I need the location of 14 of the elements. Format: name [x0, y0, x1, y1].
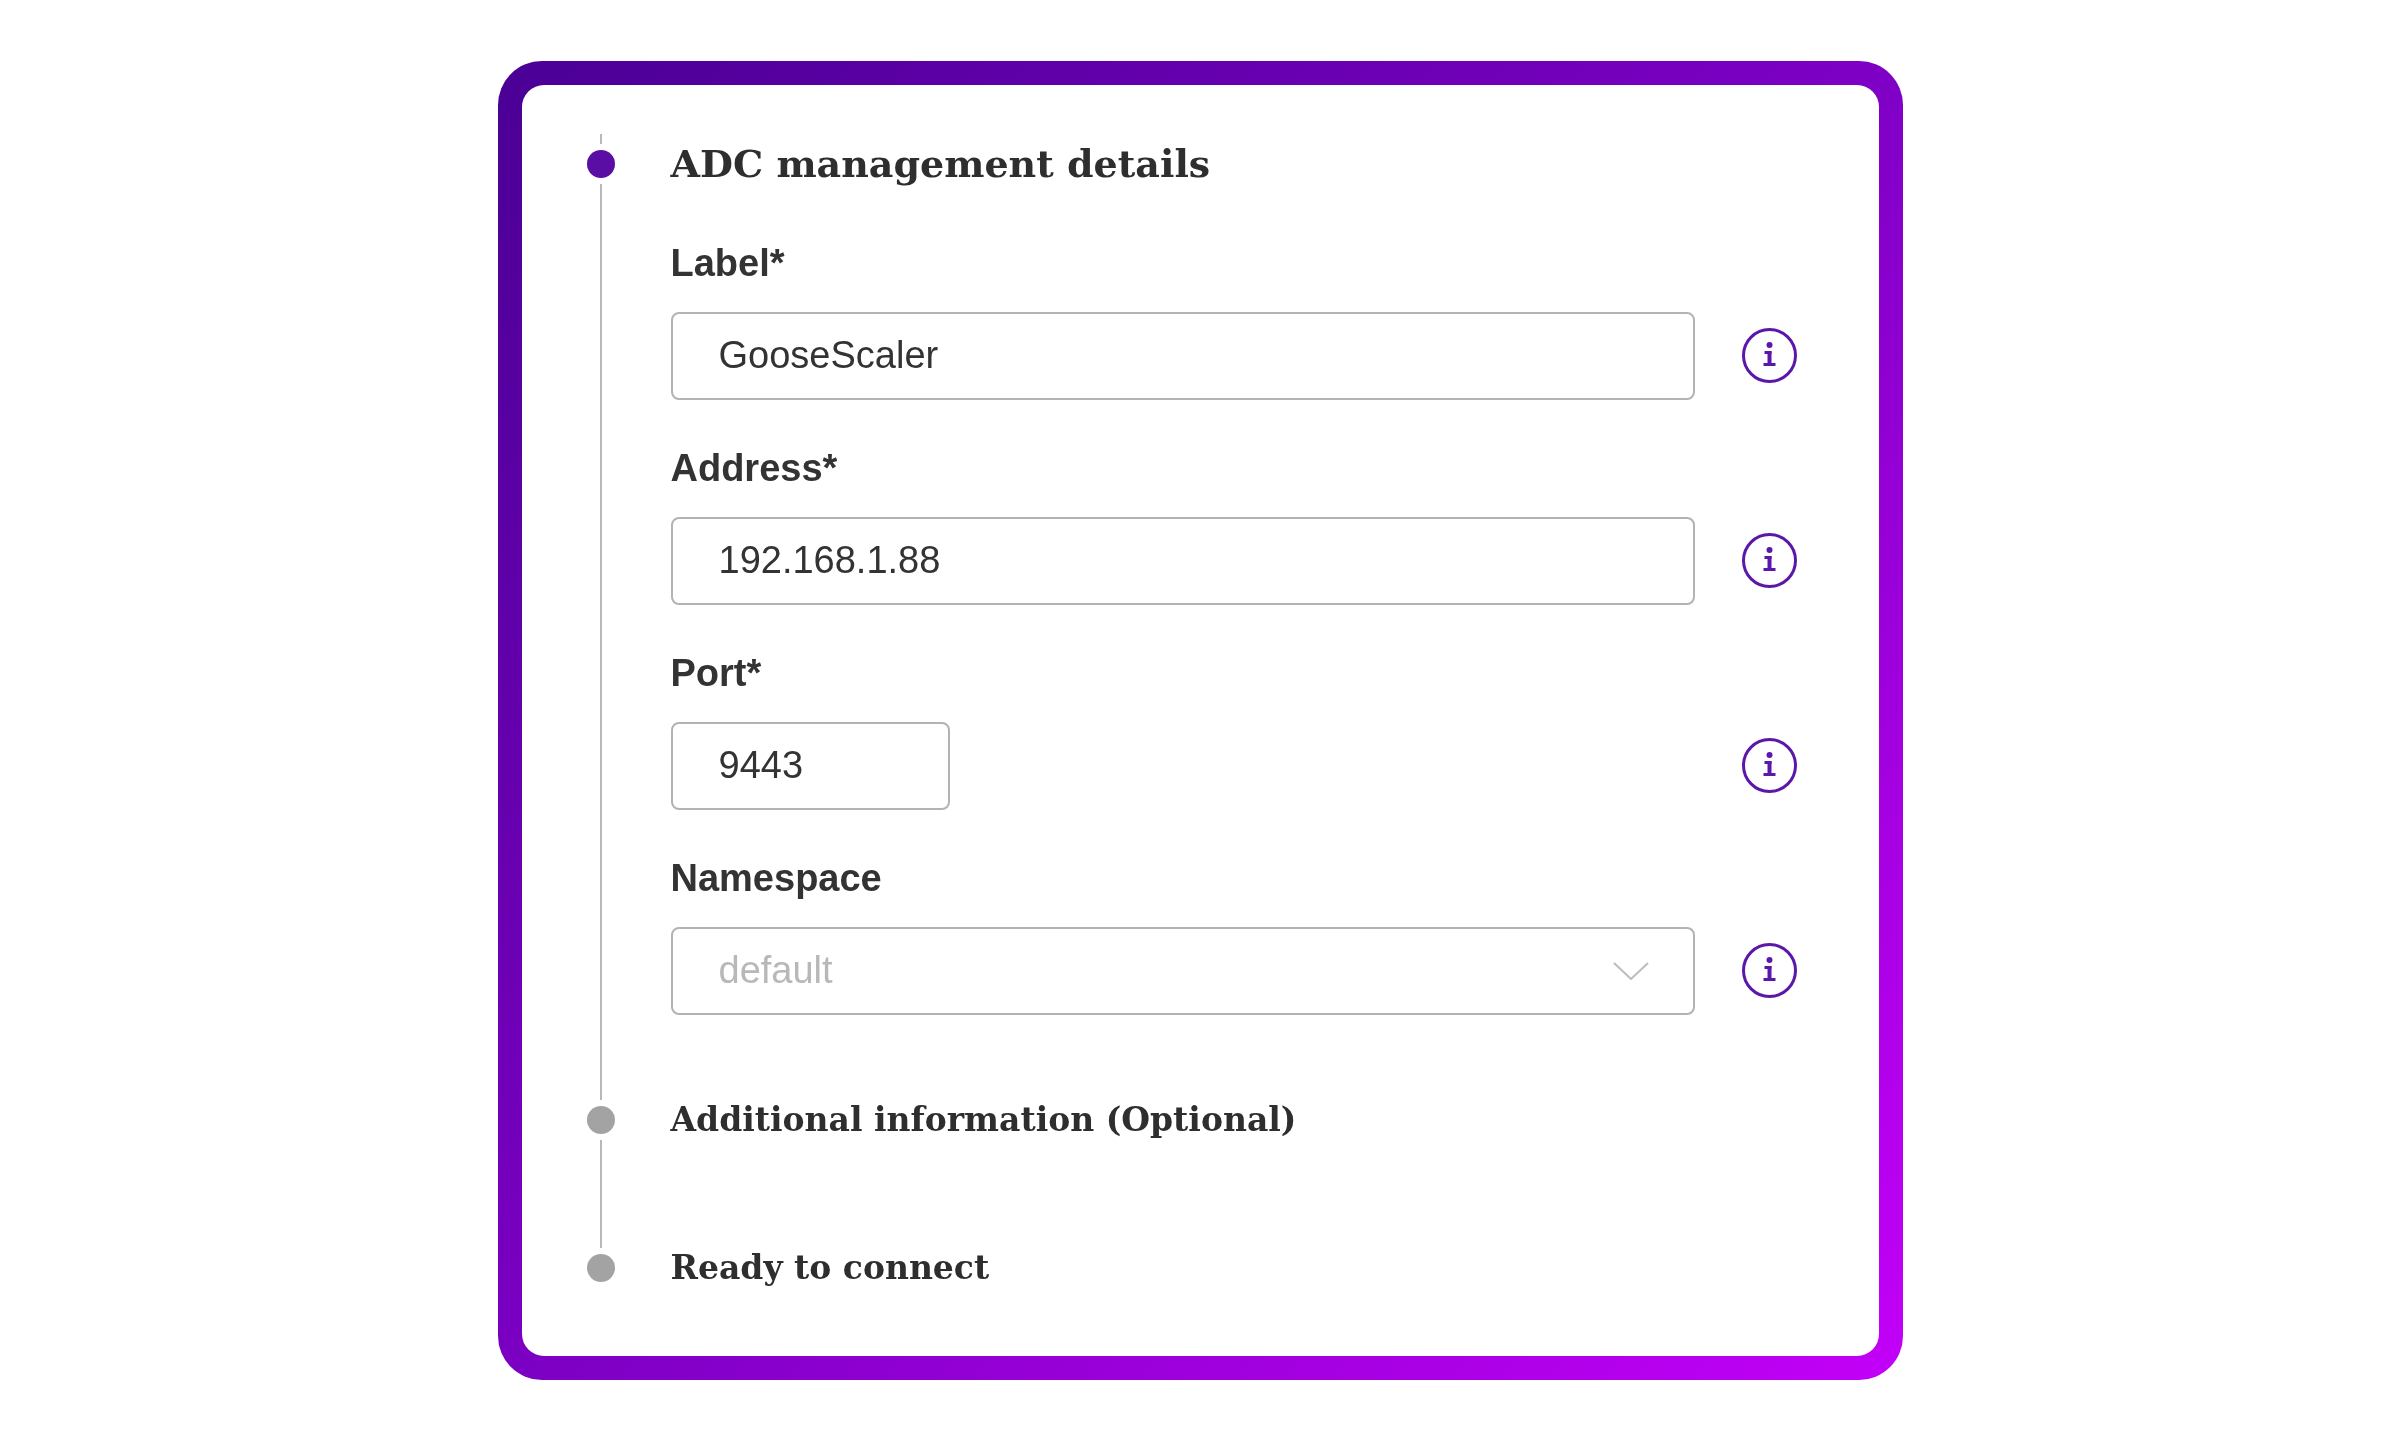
- info-icon[interactable]: [1741, 533, 1797, 588]
- step-title: Additional information (Optional): [670, 1099, 1297, 1140]
- info-icon[interactable]: [1741, 328, 1797, 383]
- text-field[interactable]: GooseScaler: [670, 311, 1695, 400]
- info-icon[interactable]: [1741, 943, 1797, 998]
- field-label: Namespace: [670, 855, 882, 901]
- text-field[interactable]: 192.168.1.88: [670, 516, 1695, 605]
- info-icon[interactable]: [1741, 738, 1797, 793]
- field-label: Label*: [670, 240, 785, 286]
- text-field[interactable]: 9443: [670, 721, 950, 810]
- field-label: Port*: [670, 650, 762, 696]
- step-title: Ready to connect: [670, 1247, 990, 1288]
- step-title: ADC management details: [670, 139, 1211, 188]
- field-label: Address*: [670, 445, 838, 491]
